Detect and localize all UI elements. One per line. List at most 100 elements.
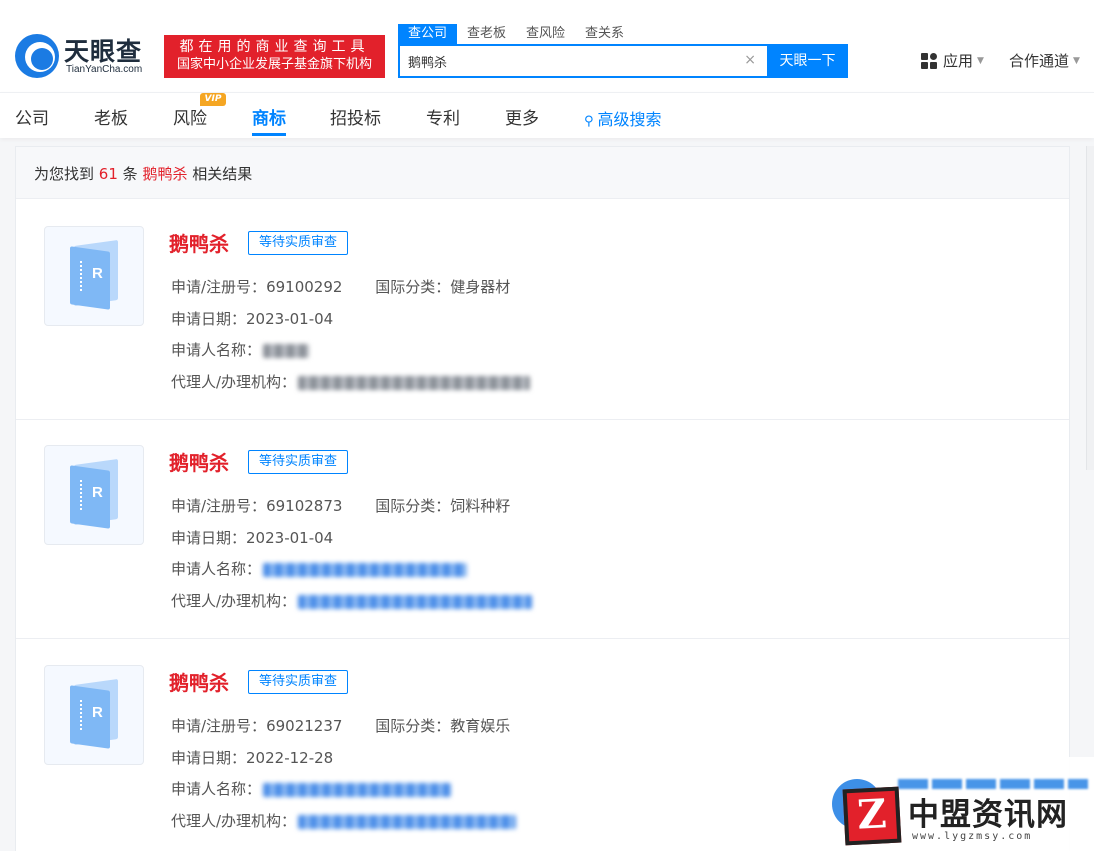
nav-tab-trademark[interactable]: 商标 — [252, 104, 286, 129]
status-badge: 等待实质审查 — [248, 450, 349, 474]
advanced-search-icon: ⚲ — [584, 114, 594, 129]
active-tab-indicator — [252, 133, 286, 136]
applicant-label: 申请人名称： — [171, 780, 262, 798]
search-box: × — [398, 44, 768, 78]
reg-no-value: 69102873 — [266, 497, 343, 515]
reg-no-value: 69100292 — [266, 278, 343, 296]
summary-unit: 条 — [122, 165, 138, 183]
book-icon: R — [70, 458, 120, 529]
trademark-thumbnail[interactable]: R — [44, 665, 144, 765]
advanced-search-link[interactable]: ⚲ 高级搜索 — [584, 106, 662, 130]
nav-tab-boss[interactable]: 老板 — [94, 104, 128, 129]
intl-class-label: 国际分类： — [375, 717, 451, 735]
apply-date-value: 2023-01-04 — [246, 529, 334, 547]
slogan-banner: 都在用的商业查询工具 国家中小企业发展子基金旗下机构 — [164, 35, 385, 78]
intl-class-value: 饲料种籽 — [450, 497, 511, 515]
agent-row: 代理人/办理机构： — [171, 810, 517, 831]
agent-label: 代理人/办理机构： — [171, 592, 297, 610]
apply-date-row: 申请日期：2022-12-28 — [171, 747, 333, 768]
intl-class-value: 健身器材 — [450, 278, 511, 296]
search-tab-relation[interactable]: 查关系 — [575, 24, 634, 44]
logo-text: 天眼查 — [64, 37, 143, 66]
apps-menu[interactable]: 应用 ▼ — [921, 50, 984, 71]
slogan-line-1: 都在用的商业查询工具 — [179, 39, 370, 55]
apps-label: 应用 — [943, 52, 974, 70]
site-header: 天眼查 TianYanCha.com 都在用的商业查询工具 国家中小企业发展子基… — [0, 0, 1094, 92]
nav-tab-bidding[interactable]: 招投标 — [330, 104, 381, 129]
trademark-thumbnail[interactable]: R — [44, 226, 144, 326]
logo[interactable]: 天眼查 TianYanCha.com — [15, 32, 155, 82]
trademark-card[interactable]: R 鹅鸭杀 等待实质审查 申请/注册号：69100292 国际分类：健身器材 申… — [16, 200, 1069, 420]
apply-date-label: 申请日期： — [171, 529, 247, 547]
clear-icon[interactable]: × — [744, 52, 756, 68]
nav-tab-company[interactable]: 公司 — [15, 104, 49, 129]
summary-suffix: 相关结果 — [192, 165, 253, 183]
nav-tab-patent[interactable]: 专利 — [426, 104, 460, 129]
reg-info-row: 申请/注册号：69021237 国际分类：教育娱乐 — [171, 715, 510, 736]
nav-tab-more[interactable]: 更多 — [505, 104, 539, 129]
book-icon: R — [70, 678, 120, 749]
agent-row: 代理人/办理机构： — [171, 371, 531, 392]
category-nav: 公司 老板 风险 VIP 商标 招投标 专利 更多 ⚲ 高级搜索 — [0, 92, 1094, 138]
nav-tab-risk[interactable]: 风险 — [173, 104, 207, 129]
search-tab-risk[interactable]: 查风险 — [516, 24, 575, 44]
apply-date-value: 2022-12-28 — [246, 749, 334, 767]
summary-keyword: 鹅鸭杀 — [142, 165, 188, 183]
status-badge: 等待实质审查 — [248, 231, 349, 255]
intl-class-label: 国际分类： — [375, 278, 451, 296]
search-input[interactable] — [408, 51, 728, 71]
book-icon: R — [70, 239, 120, 310]
watermark: Z 中盟资讯网 www.lygzmsy.com — [824, 757, 1094, 851]
trademark-name[interactable]: 鹅鸭杀 — [169, 447, 229, 476]
applicant-redacted[interactable] — [263, 562, 468, 577]
logo-subtitle: TianYanCha.com — [66, 64, 143, 75]
apply-date-label: 申请日期： — [171, 749, 247, 767]
agent-redacted[interactable] — [298, 594, 533, 609]
search-type-tabs: 查公司 查老板 查风险 查关系 — [398, 24, 634, 44]
applicant-row: 申请人名称： — [171, 778, 452, 799]
reg-info-row: 申请/注册号：69102873 国际分类：饲料种籽 — [171, 495, 510, 516]
chevron-down-icon: ▼ — [1073, 55, 1080, 66]
applicant-redacted — [263, 343, 310, 358]
agent-label: 代理人/办理机构： — [171, 812, 297, 830]
results-panel: 为您找到 61 条 鹅鸭杀 相关结果 R 鹅鸭杀 等待实质审查 申请/注册号：6… — [15, 146, 1070, 851]
reg-no-label: 申请/注册号： — [171, 278, 267, 296]
apply-date-label: 申请日期： — [171, 310, 247, 328]
partner-label: 合作通道 — [1009, 52, 1070, 70]
reg-no-value: 69021237 — [266, 717, 343, 735]
reg-no-label: 申请/注册号： — [171, 497, 267, 515]
apply-date-row: 申请日期：2023-01-04 — [171, 308, 333, 329]
applicant-row: 申请人名称： — [171, 339, 310, 360]
trademark-thumbnail[interactable]: R — [44, 445, 144, 545]
apps-grid-icon — [921, 52, 937, 69]
applicant-redacted[interactable] — [263, 782, 452, 797]
vip-badge: VIP — [200, 93, 226, 106]
reg-info-row: 申请/注册号：69100292 国际分类：健身器材 — [171, 276, 510, 297]
applicant-row: 申请人名称： — [171, 558, 468, 579]
result-count: 61 — [98, 165, 118, 183]
apply-date-value: 2023-01-04 — [246, 310, 334, 328]
search-tab-boss[interactable]: 查老板 — [457, 24, 516, 44]
scrollbar[interactable] — [1086, 146, 1094, 470]
search-button[interactable]: 天眼一下 — [767, 44, 848, 78]
results-summary: 为您找到 61 条 鹅鸭杀 相关结果 — [16, 147, 1069, 199]
applicant-label: 申请人名称： — [171, 341, 262, 359]
agent-label: 代理人/办理机构： — [171, 373, 297, 391]
watermark-title: 中盟资讯网 — [908, 797, 1068, 833]
summary-prefix: 为您找到 — [34, 165, 95, 183]
logo-mark-icon — [15, 34, 59, 78]
agent-row: 代理人/办理机构： — [171, 590, 533, 611]
trademark-card[interactable]: R 鹅鸭杀 等待实质审查 申请/注册号：69102873 国际分类：饲料种籽 申… — [16, 419, 1069, 639]
trademark-name[interactable]: 鹅鸭杀 — [169, 228, 229, 257]
watermark-bar — [898, 779, 1088, 789]
agent-redacted[interactable] — [298, 814, 517, 829]
chevron-down-icon: ▼ — [977, 55, 984, 66]
apply-date-row: 申请日期：2023-01-04 — [171, 527, 333, 548]
reg-no-label: 申请/注册号： — [171, 717, 267, 735]
search-tab-company[interactable]: 查公司 — [398, 24, 458, 44]
applicant-label: 申请人名称： — [171, 560, 262, 578]
trademark-name[interactable]: 鹅鸭杀 — [169, 667, 229, 696]
watermark-url: www.lygzmsy.com — [912, 831, 1033, 842]
intl-class-label: 国际分类： — [375, 497, 451, 515]
partner-menu[interactable]: 合作通道 ▼ — [1009, 50, 1080, 71]
